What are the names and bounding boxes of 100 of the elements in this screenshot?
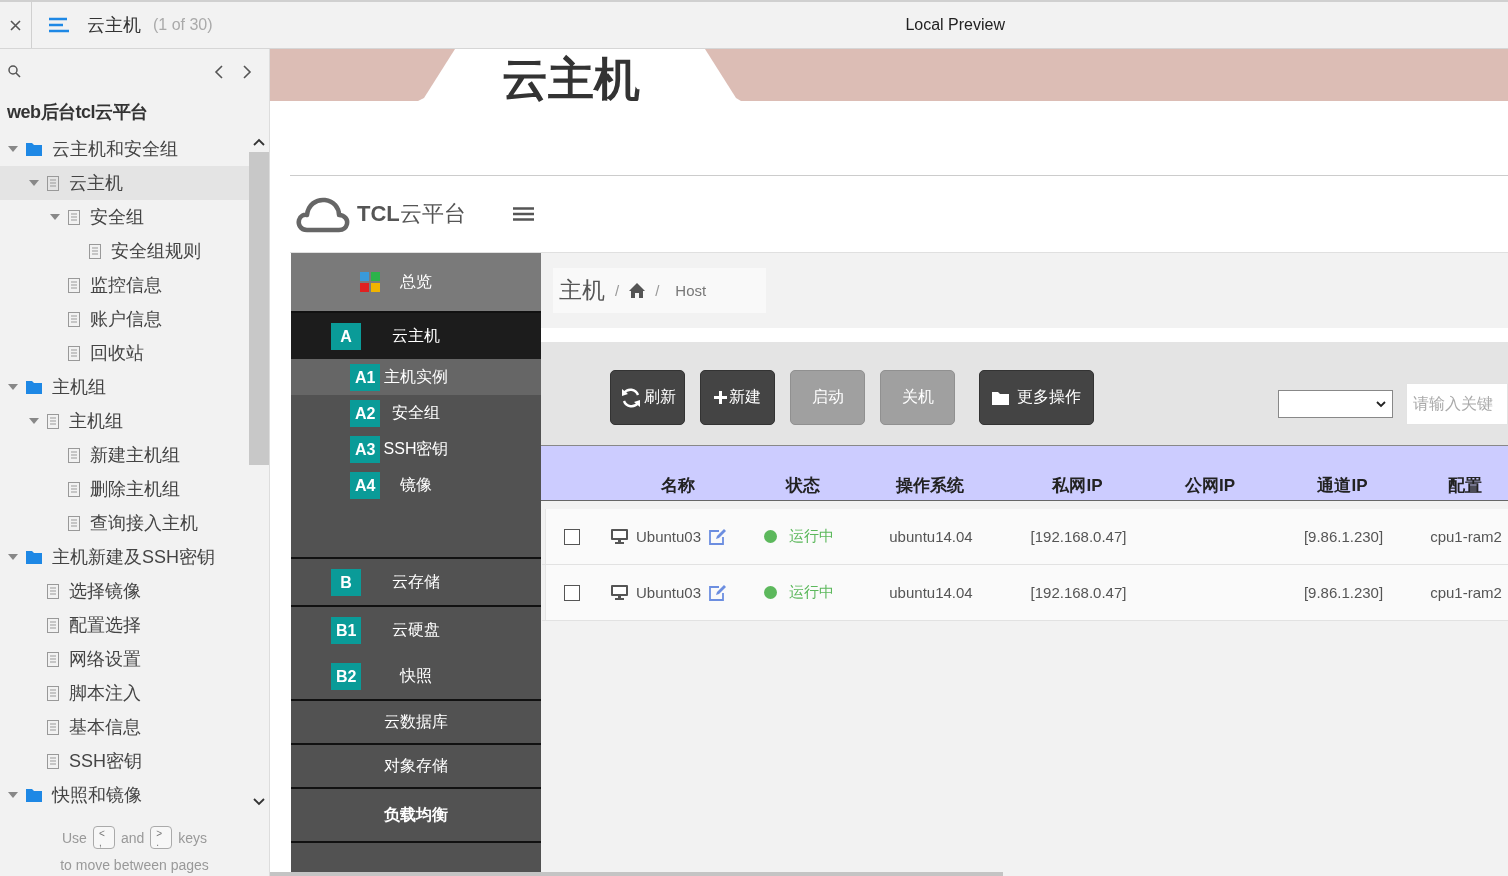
tree-item[interactable]: 回收站 xyxy=(0,336,249,370)
tree-item[interactable]: 主机组 xyxy=(0,404,249,438)
toolbar-button[interactable]: 新建 xyxy=(700,370,775,425)
close-icon[interactable] xyxy=(10,19,21,31)
tree-item-label: 主机新建及SSH密钥 xyxy=(52,546,215,569)
scrollbar-thumb[interactable] xyxy=(249,152,269,465)
tree-item-label: 云主机和安全组 xyxy=(52,138,178,161)
tree-item[interactable]: 主机组 xyxy=(0,370,249,404)
nav-badge: A4 xyxy=(350,471,381,499)
tree-item-label: 删除主机组 xyxy=(90,478,180,501)
chevron-right-icon[interactable] xyxy=(242,63,252,80)
nav-item[interactable]: A 云主机 xyxy=(291,313,541,359)
nav-item[interactable]: A2 安全组 xyxy=(291,395,541,431)
tree-item[interactable]: 安全组规则 xyxy=(0,234,249,268)
nav-item[interactable]: 总览 xyxy=(291,253,541,311)
tree-item[interactable]: 选择镜像 xyxy=(0,574,249,608)
table-cell: [9.86.1.230] xyxy=(1303,528,1384,545)
scroll-down-icon[interactable] xyxy=(253,798,265,806)
scroll-up-icon[interactable] xyxy=(253,138,265,146)
scrollbar-thumb[interactable] xyxy=(270,872,1003,876)
caret-down-icon[interactable] xyxy=(29,178,39,188)
tree-item-label: 新建主机组 xyxy=(90,444,180,467)
tree-item[interactable]: 云主机 xyxy=(0,166,249,200)
preview-title: Local Preview xyxy=(905,16,1005,34)
checkbox[interactable] xyxy=(563,584,580,601)
nav-item[interactable]: B 云存储 xyxy=(291,559,541,605)
tree-item-label: 主机组 xyxy=(69,410,123,433)
monitor-icon xyxy=(611,585,628,600)
host-name[interactable]: Ubuntu03 xyxy=(636,528,702,545)
nav-item[interactable]: A4 镜像 xyxy=(291,467,541,503)
tree-item[interactable]: 配置选择 xyxy=(0,608,249,642)
document-icon xyxy=(47,651,59,667)
nav-item[interactable]: A1 主机实例 xyxy=(291,359,541,395)
tree-item-label: 主机组 xyxy=(52,376,106,399)
nav-badge: A3 xyxy=(350,435,381,463)
document-icon xyxy=(47,753,59,769)
key-cap: < , xyxy=(92,826,115,849)
caret-down-icon[interactable] xyxy=(29,416,39,426)
nav-badge: A1 xyxy=(350,363,381,391)
folder-icon xyxy=(26,380,42,394)
column-header: 操作系统 xyxy=(894,475,965,497)
tree-item[interactable]: 监控信息 xyxy=(0,268,249,302)
nav-item[interactable]: 对象存储 xyxy=(291,745,541,787)
table-cell: ubuntu14.04 xyxy=(889,584,973,601)
hint-text: to move between pages xyxy=(59,857,210,873)
column-header: 公网IP xyxy=(1183,475,1237,497)
document-icon xyxy=(89,243,101,259)
tree-item-label: 安全组 xyxy=(90,206,144,229)
tree-item[interactable]: 云主机和安全组 xyxy=(0,132,249,166)
checkbox[interactable] xyxy=(563,528,580,545)
document-icon xyxy=(68,515,80,531)
caret-down-icon xyxy=(1376,400,1386,408)
nav-badge: B xyxy=(331,568,361,596)
document-icon xyxy=(68,311,80,327)
tree-item-label: SSH密钥 xyxy=(69,750,142,773)
table-cell: [192.168.0.47] xyxy=(1030,584,1127,601)
nav-item[interactable]: 负载均衡 xyxy=(291,789,541,841)
tree-item-label: 安全组规则 xyxy=(111,240,201,263)
nav-item[interactable]: B1 云硬盘 xyxy=(291,607,541,653)
nav-item[interactable]: A3 SSH密钥 xyxy=(291,431,541,467)
folder-icon xyxy=(26,142,42,156)
tiles-icon xyxy=(360,272,380,292)
tree-item[interactable]: 新建主机组 xyxy=(0,438,249,472)
hint-text: Use xyxy=(61,829,87,846)
caret-down-icon[interactable] xyxy=(8,790,18,800)
toolbar-button[interactable]: 刷新 xyxy=(610,370,685,425)
document-icon xyxy=(68,447,80,463)
chevron-left-icon[interactable] xyxy=(214,63,224,80)
tree-item[interactable]: 基本信息 xyxy=(0,710,249,744)
tree-item[interactable]: 删除主机组 xyxy=(0,472,249,506)
edit-icon[interactable] xyxy=(709,584,728,601)
nav-item[interactable]: B2 快照 xyxy=(291,653,541,699)
tree-item[interactable]: 账户信息 xyxy=(0,302,249,336)
tree-item[interactable]: 快照和镜像 xyxy=(0,778,249,812)
menu-icon[interactable] xyxy=(512,207,534,221)
caret-down-icon[interactable] xyxy=(8,552,18,562)
nav-item[interactable]: 云数据库 xyxy=(291,701,541,743)
tree-item[interactable]: 安全组 xyxy=(0,200,249,234)
document-icon xyxy=(68,277,80,293)
home-icon[interactable] xyxy=(629,283,646,298)
tree-item[interactable]: 网络设置 xyxy=(0,642,249,676)
dropdown[interactable] xyxy=(1278,390,1393,418)
banner-title: 云主机 xyxy=(501,52,641,107)
caret-down-icon[interactable] xyxy=(8,144,18,154)
table-cell: cpu1-ram2 xyxy=(1430,528,1502,545)
search-icon[interactable] xyxy=(8,65,21,78)
tree-item[interactable]: 脚本注入 xyxy=(0,676,249,710)
tree-item-label: 云主机 xyxy=(69,172,123,195)
tree-item[interactable]: 查询接入主机 xyxy=(0,506,249,540)
caret-down-icon[interactable] xyxy=(50,212,60,222)
nav-badge: A2 xyxy=(350,399,381,427)
caret-down-icon[interactable] xyxy=(8,382,18,392)
toolbar-button[interactable]: 更多操作 xyxy=(979,370,1094,425)
menu-icon[interactable] xyxy=(49,17,69,33)
search-field[interactable]: 请输入关键 xyxy=(1406,383,1508,425)
tree-item[interactable]: 主机新建及SSH密钥 xyxy=(0,540,249,574)
breadcrumb-link[interactable]: Host xyxy=(675,282,707,299)
host-name[interactable]: Ubuntu03 xyxy=(636,584,702,601)
tree-item[interactable]: SSH密钥 xyxy=(0,744,249,778)
edit-icon[interactable] xyxy=(709,528,728,545)
